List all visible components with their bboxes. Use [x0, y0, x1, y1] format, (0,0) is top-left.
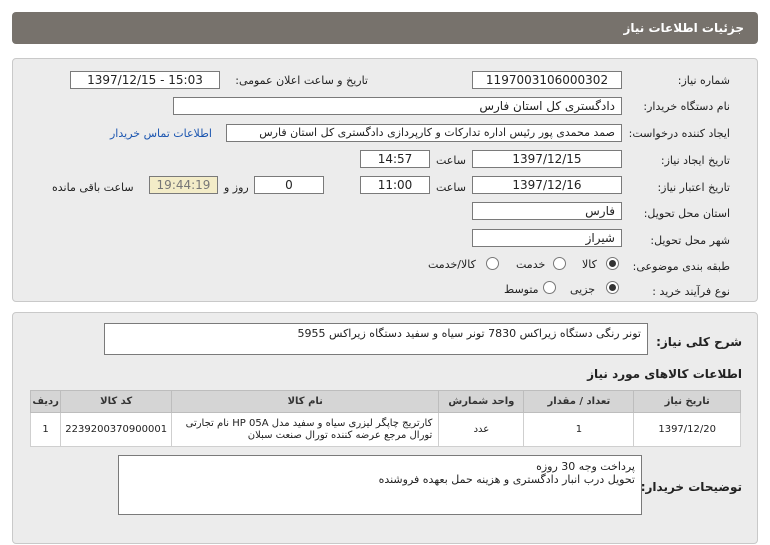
- remaining-days-field: 0: [254, 176, 324, 194]
- cell-name-line2: تورال مرجع عرضه کننده تورال صنعت سبلان: [247, 429, 433, 441]
- city-field[interactable]: شیراز: [472, 229, 622, 247]
- col-header-qty: تعداد / مقدار: [523, 390, 635, 413]
- process-partial-label: جزیی: [570, 283, 596, 296]
- requester-field[interactable]: صمد محمدی پور رئیس اداره تدارکات و کارپر…: [226, 124, 622, 142]
- category-goods-radio[interactable]: [606, 257, 619, 270]
- summary-label: شرح کلی نیاز:: [656, 335, 742, 349]
- process-medium-label: متوسط: [504, 283, 539, 296]
- col-header-unit: واحد شمارش: [438, 390, 525, 413]
- category-goods-service-label: کالا/خدمت: [428, 258, 476, 271]
- buyer-org-field[interactable]: دادگستری کل استان فارس: [173, 97, 622, 115]
- announce-datetime-field[interactable]: 1397/12/15 - 15:03: [70, 71, 220, 89]
- category-service-radio[interactable]: [553, 257, 566, 270]
- announce-label: تاریخ و ساعت اعلان عمومی:: [235, 74, 368, 87]
- validity-time-label: ساعت: [436, 181, 466, 194]
- city-label: شهر محل تحویل:: [650, 234, 730, 247]
- created-time-field[interactable]: 14:57: [360, 150, 430, 168]
- province-field[interactable]: فارس: [472, 202, 622, 220]
- created-date-label: تاریخ ایجاد نیاز:: [660, 154, 730, 167]
- goods-section-title: اطلاعات کالاهای مورد نیاز: [587, 367, 742, 381]
- buyer-contact-link[interactable]: اطلاعات تماس خریدار: [110, 127, 212, 140]
- goods-table-header-row: تاریخ نیاز تعداد / مقدار واحد شمارش نام …: [29, 390, 741, 413]
- cell-qty: 1: [523, 412, 635, 447]
- summary-field[interactable]: تونر رنگی دستگاه زیراکس 7830 تونر سیاه و…: [104, 323, 648, 355]
- process-label: نوع فرآیند خرید :: [652, 285, 730, 298]
- validity-time-field[interactable]: 11:00: [360, 176, 430, 194]
- page-title: جزئیات اطلاعات نیاز: [623, 21, 744, 35]
- buyer-notes-line2: تحویل درب انبار دادگستری و هزینه حمل بعه…: [378, 473, 635, 486]
- created-date-field[interactable]: 1397/12/15: [472, 150, 622, 168]
- cell-name: کارتریج چاپگر لیزری سیاه و سفید مدل HP 0…: [171, 412, 440, 447]
- remaining-time-field: 19:44:19: [149, 176, 218, 194]
- validity-date-field[interactable]: 1397/12/16: [472, 176, 622, 194]
- validity-date-label: تاریخ اعتبار نیاز:: [657, 181, 730, 194]
- need-number-field[interactable]: 1197003106000302: [472, 71, 622, 89]
- buyer-notes-label: توضیحات خریدار:: [640, 480, 742, 494]
- goods-table: تاریخ نیاز تعداد / مقدار واحد شمارش نام …: [29, 390, 741, 447]
- col-header-code: کد کالا: [60, 390, 173, 413]
- process-partial-radio[interactable]: [606, 281, 619, 294]
- cell-name-line1: کارتریج چاپگر لیزری سیاه و سفید مدل HP 0…: [185, 417, 433, 429]
- requester-label: ایجاد کننده درخواست:: [628, 127, 730, 140]
- buyer-notes-field[interactable]: پرداخت وجه 30 روزه تحویل درب انبار دادگس…: [118, 455, 642, 515]
- cell-date: 1397/12/20: [633, 412, 741, 447]
- buyer-notes-line1: پرداخت وجه 30 روزه: [536, 460, 635, 473]
- cell-row: 1: [29, 412, 62, 447]
- need-number-label: شماره نیاز:: [677, 74, 730, 87]
- days-label: روز و: [224, 181, 249, 194]
- category-service-label: خدمت: [516, 258, 546, 271]
- col-header-date: تاریخ نیاز: [633, 390, 741, 413]
- province-label: استان محل تحویل:: [643, 207, 730, 220]
- page-header: جزئیات اطلاعات نیاز: [12, 12, 758, 44]
- buyer-org-label: نام دستگاه خریدار:: [643, 100, 730, 113]
- category-label: طبقه بندی موضوعی:: [632, 260, 730, 273]
- cell-unit: عدد: [438, 412, 525, 447]
- category-goods-label: کالا: [582, 258, 597, 271]
- col-header-row: ردیف: [29, 390, 62, 413]
- cell-code: 2239200370900001: [60, 412, 173, 447]
- remaining-label: ساعت باقی مانده: [52, 181, 134, 194]
- created-time-label: ساعت: [436, 154, 466, 167]
- process-medium-radio[interactable]: [543, 281, 556, 294]
- category-goods-service-radio[interactable]: [486, 257, 499, 270]
- col-header-name: نام کالا: [171, 390, 440, 413]
- table-row[interactable]: 1397/12/20 1 عدد کارتریج چاپگر لیزری سیا…: [29, 412, 741, 447]
